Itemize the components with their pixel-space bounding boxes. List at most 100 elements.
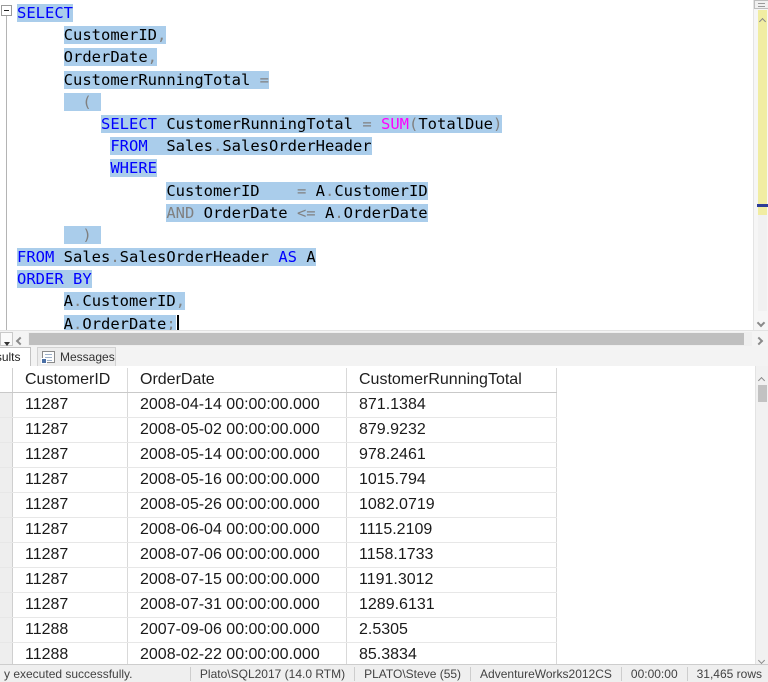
splitter-dropdown-button[interactable] — [0, 332, 13, 346]
grid-scroll-down-button[interactable] — [757, 650, 767, 665]
grid-cell[interactable]: 2008-05-26 00:00:00.000 — [128, 493, 347, 517]
hscrollbar-track[interactable] — [28, 332, 752, 346]
scrollbar-track[interactable] — [758, 215, 767, 311]
row-number-cell[interactable] — [0, 618, 13, 642]
selected-code-text: ) — [63, 225, 101, 244]
scroll-right-button[interactable] — [754, 333, 766, 346]
status-bar: y executed successfully. Plato\SQL2017 (… — [0, 664, 768, 682]
scroll-left-button[interactable] — [15, 333, 27, 346]
code-line[interactable]: ) — [0, 224, 753, 246]
row-number-cell[interactable] — [0, 643, 13, 664]
tab-messages[interactable]: Messages — [37, 347, 116, 366]
row-number-cell[interactable] — [0, 518, 13, 542]
grid-cell[interactable]: 1115.2109 — [347, 518, 557, 542]
row-number-cell[interactable] — [0, 593, 13, 617]
grid-cell[interactable]: 2008-06-04 00:00:00.000 — [128, 518, 347, 542]
grid-cell[interactable]: 2008-07-15 00:00:00.000 — [128, 568, 347, 592]
row-number-cell[interactable] — [0, 393, 13, 417]
grid-cell[interactable]: 11287 — [13, 393, 128, 417]
code-line[interactable]: SELECT — [0, 2, 753, 24]
code-token: A — [296, 248, 316, 267]
grid-cell[interactable]: 1289.6131 — [347, 593, 557, 617]
code-line[interactable]: ( — [0, 91, 753, 113]
code-token: FROM — [17, 248, 55, 267]
grid-cell[interactable]: 2008-02-22 00:00:00.000 — [128, 643, 347, 664]
grid-cell[interactable]: 11287 — [13, 443, 128, 467]
grid-cell[interactable]: 11287 — [13, 468, 128, 492]
code-line[interactable]: CustomerID, — [0, 24, 753, 46]
grid-scrollbar-thumb[interactable] — [758, 385, 767, 402]
code-line[interactable]: FROM Sales.SalesOrderHeader — [0, 135, 753, 157]
code-token: = — [259, 70, 269, 89]
grid-cell[interactable]: 11287 — [13, 543, 128, 567]
grid-cell[interactable]: 879.9232 — [347, 418, 557, 442]
code-line[interactable]: WHERE — [0, 157, 753, 179]
messages-icon — [41, 351, 55, 364]
grid-cell[interactable]: 2008-07-06 00:00:00.000 — [128, 543, 347, 567]
grid-cell[interactable]: 1191.3012 — [347, 568, 557, 592]
grid-cell[interactable]: 11288 — [13, 643, 128, 664]
grid-cell[interactable]: 2008-05-14 00:00:00.000 — [128, 443, 347, 467]
grid-cell[interactable]: 2008-05-16 00:00:00.000 — [128, 468, 347, 492]
grid-cell[interactable]: 1158.1733 — [347, 543, 557, 567]
grid-cell[interactable]: 11288 — [13, 618, 128, 642]
grid-cell[interactable]: 2.5305 — [347, 618, 557, 642]
grid-cell[interactable]: 85.3834 — [347, 643, 557, 664]
grid-cell[interactable]: 2007-09-06 00:00:00.000 — [128, 618, 347, 642]
code-line[interactable]: ORDER BY — [0, 268, 753, 290]
grid-scroll-up-button[interactable] — [757, 370, 767, 385]
column-header-orderdate[interactable]: OrderDate — [128, 368, 347, 392]
row-number-cell[interactable] — [0, 443, 13, 467]
code-line[interactable]: FROM Sales.SalesOrderHeader AS A — [0, 246, 753, 268]
grid-vertical-scrollbar[interactable] — [755, 366, 768, 665]
column-header-customerid[interactable]: CustomerID — [13, 368, 128, 392]
code-line[interactable]: A.OrderDate; — [0, 313, 753, 330]
code-line[interactable]: CustomerRunningTotal = — [0, 69, 753, 91]
column-header-customerrunningtotal[interactable]: CustomerRunningTotal — [347, 368, 557, 392]
scroll-up-button[interactable] — [758, 11, 767, 26]
grid-cell[interactable]: 2008-04-14 00:00:00.000 — [128, 393, 347, 417]
row-number-cell[interactable] — [0, 418, 13, 442]
grid-cell[interactable]: 11287 — [13, 418, 128, 442]
code-line[interactable]: SELECT CustomerRunningTotal = SUM(TotalD… — [0, 113, 753, 135]
outline-collapse-toggle[interactable] — [1, 5, 12, 16]
tab-results[interactable]: Results — [0, 347, 31, 366]
results-grid[interactable]: CustomerID OrderDate CustomerRunningTotal … — [0, 366, 768, 664]
code-token: . — [73, 314, 83, 330]
row-number-cell[interactable] — [0, 493, 13, 517]
code-token: Sales — [147, 137, 213, 156]
grid-cell[interactable]: 1082.0719 — [347, 493, 557, 517]
row-number-cell[interactable] — [0, 468, 13, 492]
grid-cell[interactable]: 871.1384 — [347, 393, 557, 417]
code-token: SUM — [380, 114, 409, 133]
code-token: , — [175, 292, 186, 311]
code-line[interactable]: OrderDate, — [0, 46, 753, 68]
editor-vertical-scrollbar[interactable] — [753, 0, 768, 330]
grid-cell[interactable]: 2008-07-31 00:00:00.000 — [128, 593, 347, 617]
editor-horizontal-scrollbar[interactable] — [0, 330, 768, 346]
row-number-cell[interactable] — [0, 543, 13, 567]
code-line[interactable]: CustomerID = A.CustomerID — [0, 180, 753, 202]
scroll-down-button[interactable] — [756, 313, 767, 328]
grid-cell[interactable]: 11287 — [13, 568, 128, 592]
code-line[interactable]: AND OrderDate <= A.OrderDate — [0, 202, 753, 224]
status-server: Plato\SQL2017 (14.0 RTM) — [189, 666, 354, 681]
sql-editor[interactable]: SELECT CustomerID, OrderDate, CustomerRu… — [0, 0, 768, 330]
code-token: <= — [296, 203, 325, 222]
code-token: , — [157, 26, 167, 45]
select-all-corner-cell[interactable] — [0, 368, 13, 392]
code-token: ) — [63, 225, 101, 244]
row-number-cell[interactable] — [0, 568, 13, 592]
grid-cell[interactable]: 2008-05-02 00:00:00.000 — [128, 418, 347, 442]
grid-cell[interactable]: 11287 — [13, 518, 128, 542]
grid-cell[interactable]: 11287 — [13, 593, 128, 617]
grid-cell[interactable]: 978.2461 — [347, 443, 557, 467]
grid-cell[interactable]: 11287 — [13, 493, 128, 517]
grid-cell[interactable]: 1015.794 — [347, 468, 557, 492]
hscrollbar-thumb[interactable] — [29, 333, 744, 345]
code-line[interactable]: A.CustomerID, — [0, 290, 753, 312]
scrollbar-splitter-handle[interactable] — [754, 0, 768, 9]
table-row: 11287 2008-07-31 00:00:00.000 1289.6131 — [0, 593, 557, 618]
